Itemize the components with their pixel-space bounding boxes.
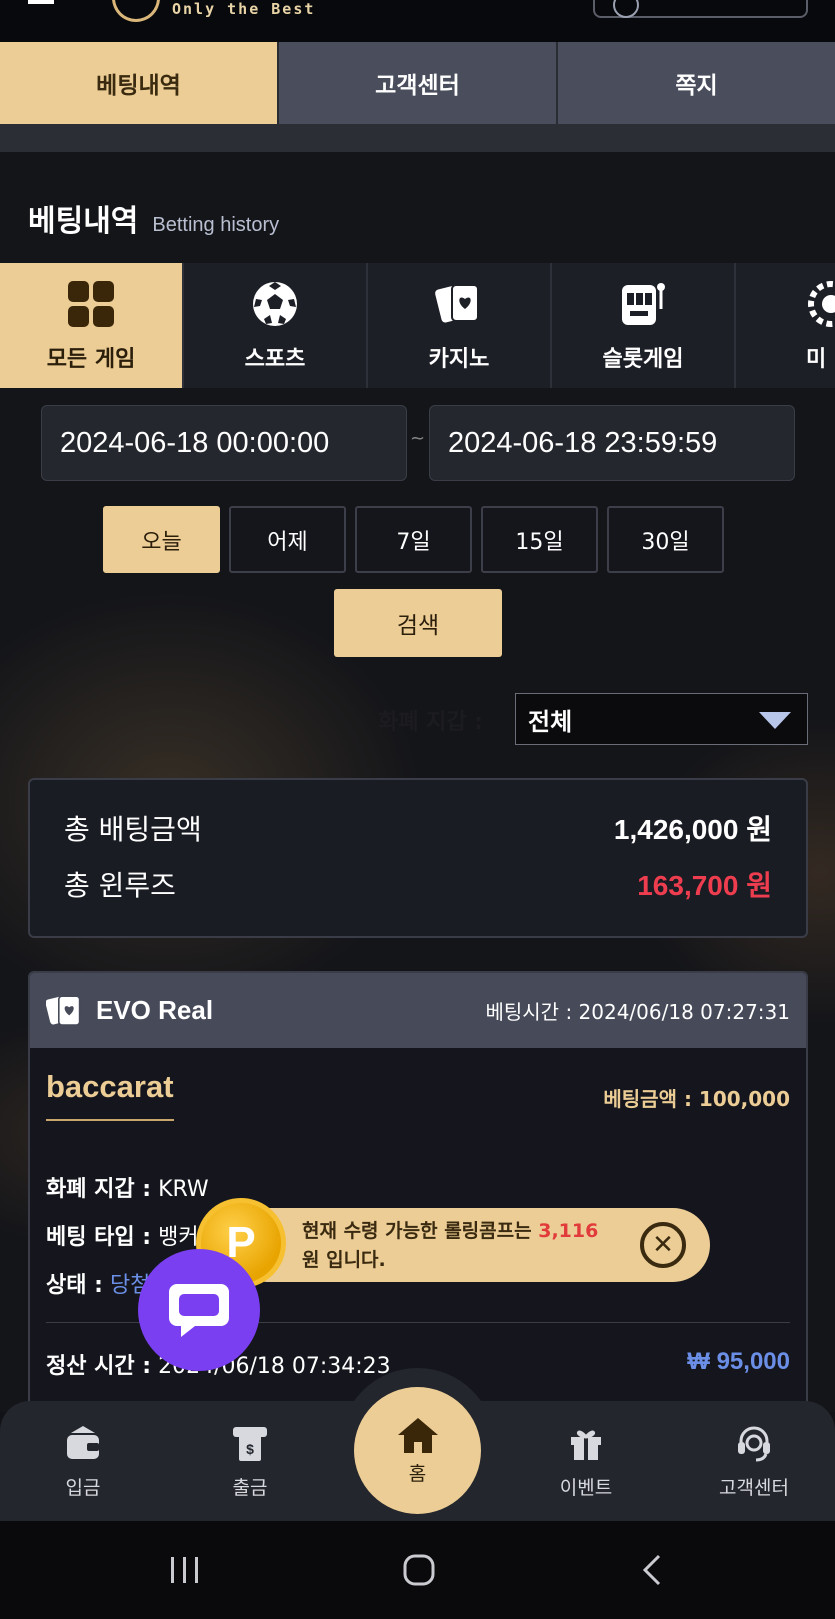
bet-type-label: 베팅 타입 : (46, 1225, 152, 1250)
home-icon (397, 1418, 438, 1453)
filter-15days-button[interactable]: 15일 (481, 506, 598, 573)
hamburger-menu-icon[interactable] (28, 0, 54, 6)
nav-withdraw[interactable]: $ 출금 (190, 1423, 310, 1500)
bet-amount: 베팅금액 : 100,000 (603, 1087, 790, 1111)
page-title-ko: 베팅내역 (28, 204, 139, 239)
page-title-en: Betting history (152, 214, 280, 236)
category-all-games[interactable]: 모든 게임 (0, 263, 184, 388)
withdraw-cash-icon: $ (233, 1427, 267, 1461)
home-system-icon[interactable] (402, 1521, 436, 1619)
total-winloss-value: 163,700 원 (637, 870, 772, 901)
category-sports[interactable]: 스포츠 (184, 263, 368, 388)
nav-label: 출금 (232, 1477, 268, 1499)
game-category-row: 모든 게임 스포츠 카지노 슬롯게임 미 (0, 263, 835, 388)
nav-home-button[interactable]: 홈 (354, 1387, 481, 1514)
live-chat-button[interactable] (138, 1249, 260, 1371)
tab-underbar (0, 124, 835, 152)
playing-cards-icon (46, 994, 81, 1026)
category-label: 슬롯게임 (602, 346, 684, 372)
user-pill[interactable] (593, 0, 808, 18)
recent-apps-icon[interactable] (168, 1521, 202, 1619)
currency-label: 화폐 지갑 : (46, 1177, 152, 1202)
betting-summary: 총 배팅금액 1,426,000 원 총 윈루즈 163,700 원 (28, 778, 808, 938)
bet-type-row: 베팅 타입 : 뱅커 (46, 1219, 199, 1251)
toast-message: 현재 수령 가능한 롤링콤프는 3,116 원 입니다. (302, 1217, 602, 1275)
date-separator: ~ (410, 428, 426, 449)
toast-text-pre: 현재 수령 가능한 롤링콤프는 (302, 1220, 539, 1242)
nav-deposit[interactable]: 입금 (23, 1423, 143, 1500)
total-bet-value: 1,426,000 원 (613, 814, 772, 845)
slot-machine-icon (622, 282, 665, 325)
nav-event[interactable]: 이벤트 (526, 1423, 646, 1500)
search-button[interactable]: 검색 (334, 589, 502, 657)
chat-bubble-icon (169, 1284, 229, 1337)
status-label: 상태 : (46, 1273, 103, 1298)
headset-icon (738, 1426, 770, 1462)
currency-value: KRW (158, 1177, 209, 1202)
logo-tagline: Only the Best (172, 0, 316, 18)
top-bar: Only the Best (0, 0, 835, 42)
nav-label: 고객센터 (719, 1477, 789, 1499)
start-date-input[interactable]: 2024-06-18 00:00:00 (41, 405, 407, 481)
currency-row: 화폐 지갑 : KRW (46, 1171, 209, 1203)
logo-shield-icon (112, 0, 160, 22)
filter-yesterday-button[interactable]: 어제 (229, 506, 346, 573)
bet-type-value: 뱅커 (158, 1225, 199, 1250)
category-label: 카지노 (428, 346, 490, 372)
back-icon[interactable] (640, 1521, 664, 1619)
system-navigation-bar (0, 1521, 835, 1619)
filter-7days-button[interactable]: 7일 (355, 506, 472, 573)
category-label: 미 (806, 346, 827, 372)
bet-card-header: EVO Real 베팅시간 : 2024/06/18 07:27:31 (30, 973, 806, 1048)
close-icon[interactable]: ✕ (640, 1222, 686, 1268)
tab-messages[interactable]: 쪽지 (558, 42, 835, 124)
rolling-comp-toast[interactable]: 현재 수령 가능한 롤링콤프는 3,116 원 입니다. ✕ (230, 1208, 710, 1282)
gift-icon (571, 1430, 601, 1460)
wallet-selected-value: 전체 (528, 707, 573, 736)
category-casino[interactable]: 카지노 (368, 263, 552, 388)
playing-cards-icon (435, 283, 479, 323)
settle-amount: ₩ 95,000 (687, 1348, 790, 1375)
svg-text:$: $ (246, 1441, 254, 1457)
nav-label: 홈 (408, 1463, 427, 1485)
wallet-select[interactable]: 전체 (515, 693, 808, 745)
game-name: baccarat (46, 1069, 174, 1121)
total-bet-label: 총 배팅금액 (64, 813, 202, 846)
deposit-wallet-icon (67, 1426, 99, 1459)
category-slots[interactable]: 슬롯게임 (552, 263, 736, 388)
status-row: 상태 : 당첨 (46, 1267, 150, 1299)
main-tabs: 베팅내역 고객센터 쪽지 (0, 42, 835, 124)
soccer-ball-icon (253, 281, 297, 326)
nav-label: 이벤트 (559, 1477, 613, 1499)
category-label: 모든 게임 (46, 346, 136, 372)
filter-30days-button[interactable]: 30일 (607, 506, 724, 573)
bet-time: 베팅시간 : 2024/06/18 07:27:31 (485, 1000, 790, 1024)
settle-label: 정산 시간 : (46, 1354, 152, 1379)
total-bet-row: 총 배팅금액 1,426,000 원 (64, 808, 772, 848)
category-minigame[interactable]: 미 (736, 263, 835, 388)
provider-name: EVO Real (96, 995, 214, 1025)
filter-today-button[interactable]: 오늘 (103, 506, 220, 573)
chevron-down-icon (759, 712, 791, 729)
category-label: 스포츠 (244, 346, 306, 372)
total-winloss-label: 총 윈루즈 (64, 869, 176, 902)
nav-label: 입금 (65, 1477, 101, 1499)
nav-customer-center[interactable]: 고객센터 (694, 1423, 814, 1500)
toast-text-post: 원 입니다. (302, 1249, 386, 1271)
end-date-input[interactable]: 2024-06-18 23:59:59 (429, 405, 795, 481)
wallet-label: 화폐 지갑 : (378, 710, 484, 735)
quick-date-filters: 오늘 어제 7일 15일 30일 (103, 506, 724, 573)
minigame-icon (808, 280, 835, 327)
page-title: 베팅내역 Betting history (28, 196, 279, 240)
grid-icon (68, 280, 114, 327)
total-winloss-row: 총 윈루즈 163,700 원 (64, 864, 772, 904)
provider: EVO Real (46, 993, 213, 1029)
tab-customer-center[interactable]: 고객센터 (279, 42, 558, 124)
bet-record-card[interactable]: EVO Real 베팅시간 : 2024/06/18 07:27:31 bacc… (28, 971, 808, 1412)
toast-amount: 3,116 (538, 1220, 599, 1242)
tab-betting-history[interactable]: 베팅내역 (0, 42, 279, 124)
